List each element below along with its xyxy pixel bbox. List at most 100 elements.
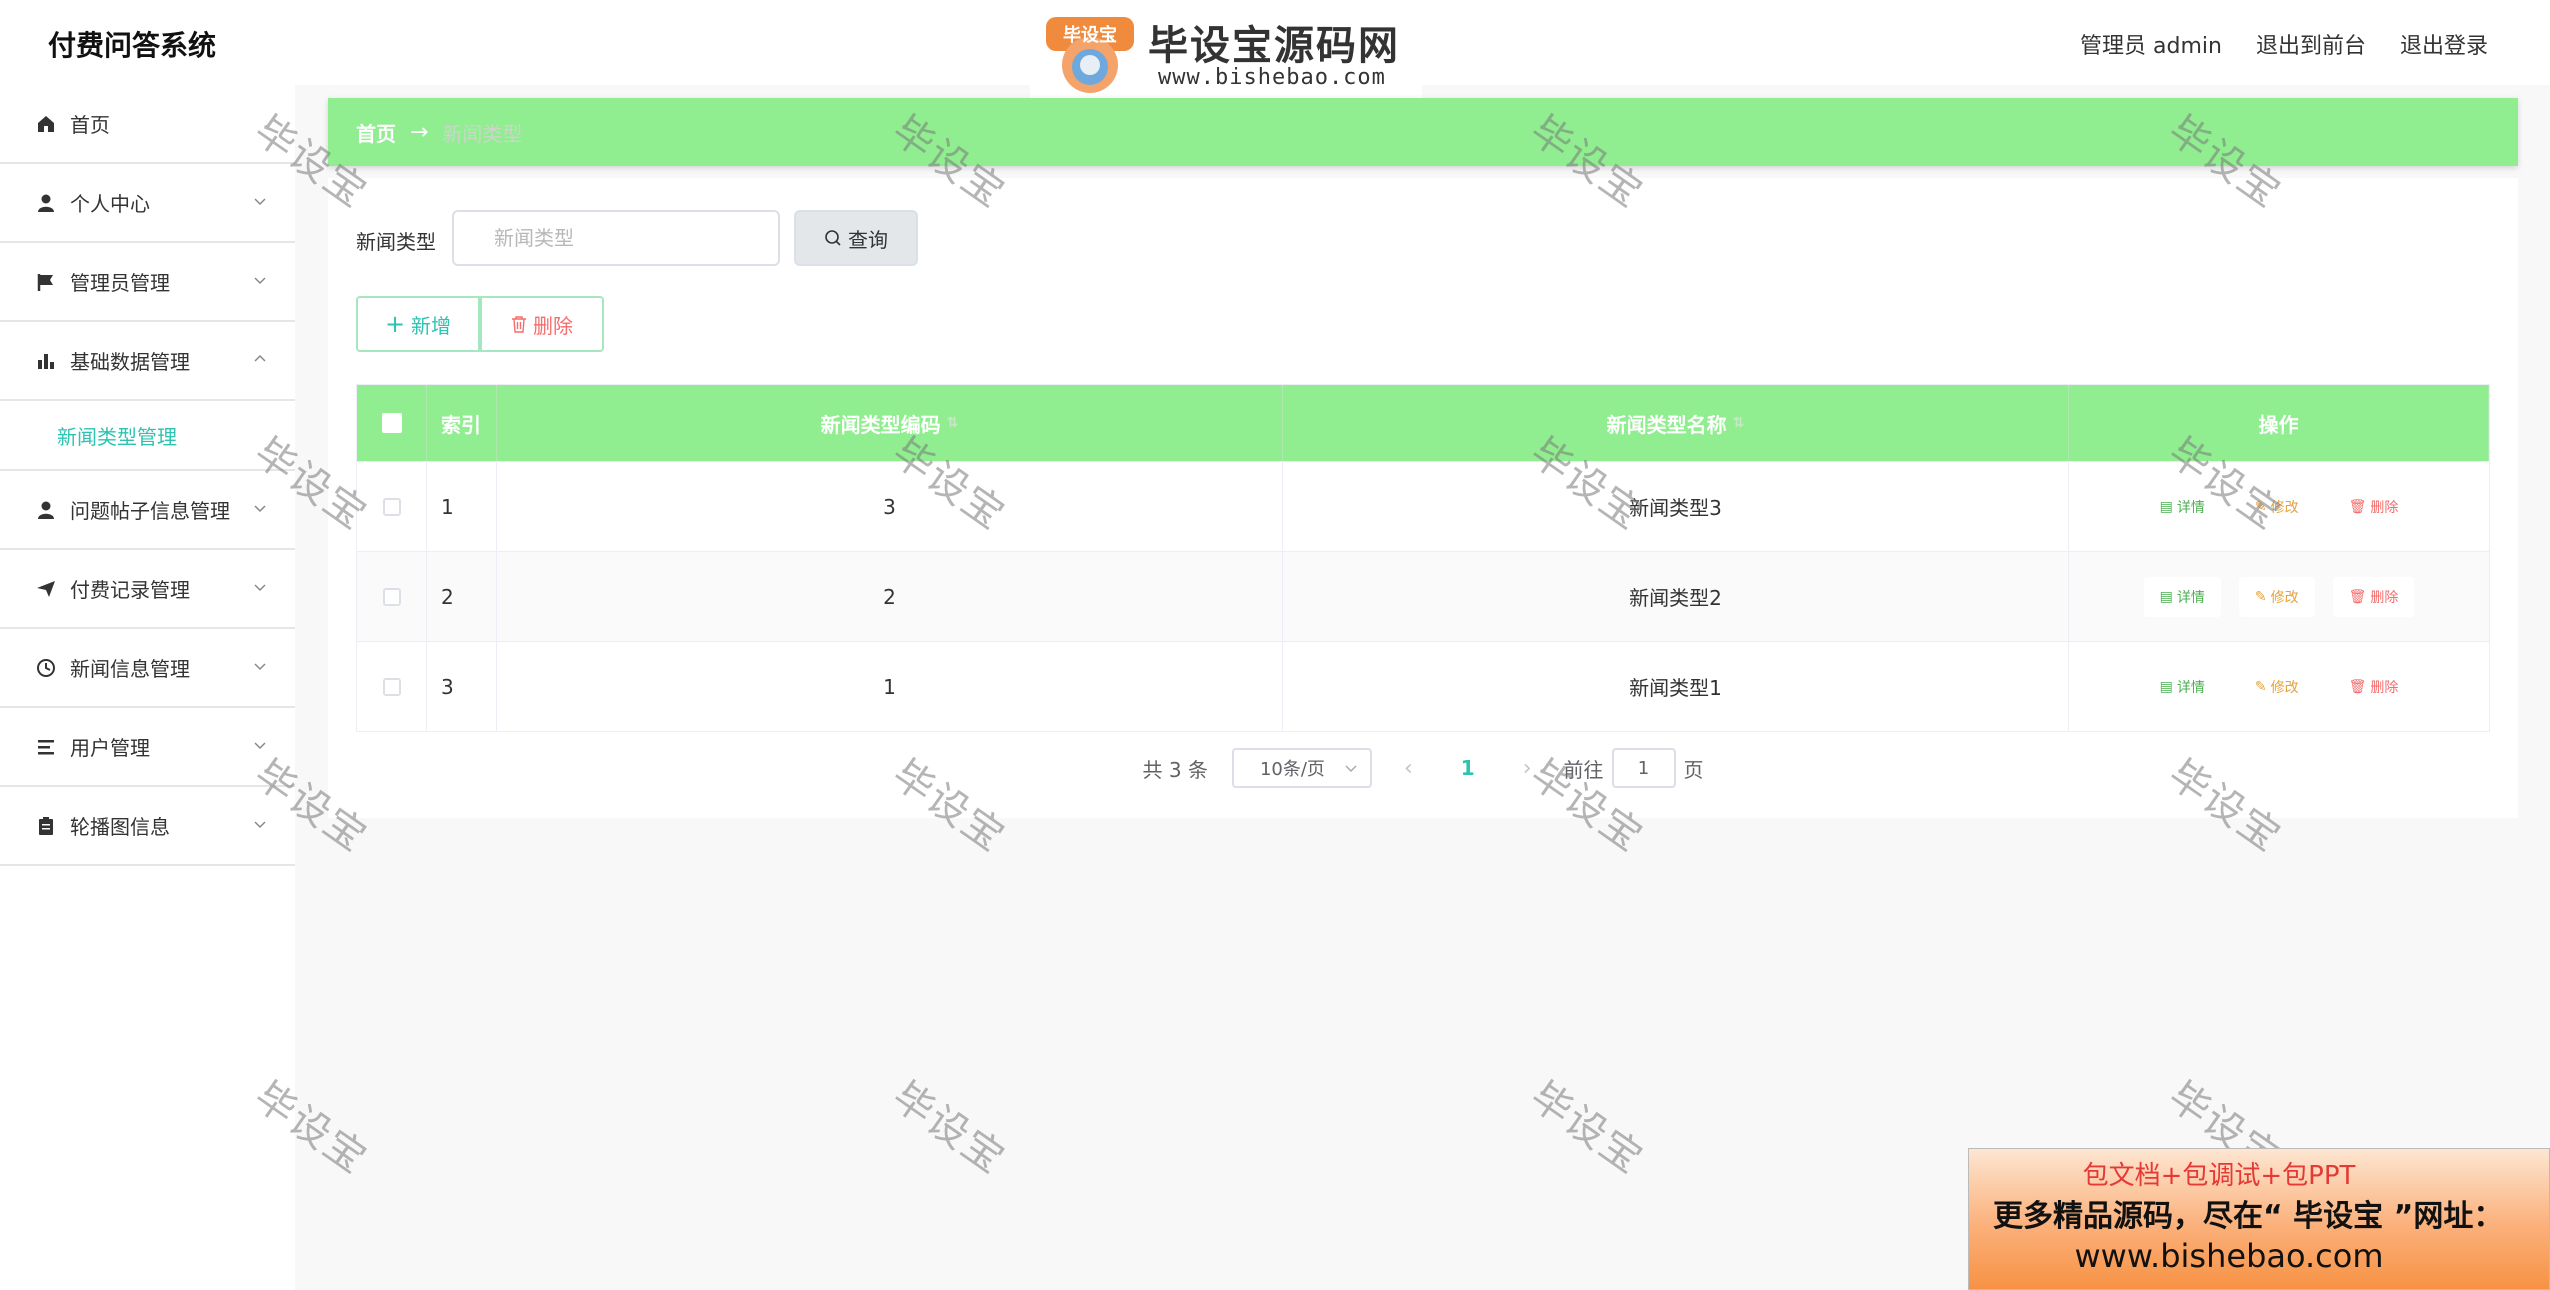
sidebar-subitem-news-type[interactable]: 新闻类型管理	[0, 401, 295, 471]
chevron-down-icon	[254, 584, 266, 592]
next-page-button[interactable]: ›	[1511, 756, 1544, 781]
sidebar-item-user-management[interactable]: 用户管理	[0, 708, 295, 787]
col-index: 索引	[427, 385, 497, 461]
sidebar-item-personal-center[interactable]: 个人中心	[0, 164, 295, 243]
sidebar-item-home[interactable]: 首页	[0, 85, 295, 164]
logo-url: www.bishebao.com	[1158, 65, 1386, 90]
select-all-cell	[357, 385, 427, 461]
page-size-select[interactable]: 10条/页	[1231, 748, 1372, 788]
sidebar-item-question-posts[interactable]: 问题帖子信息管理	[0, 471, 295, 550]
chevron-down-icon	[254, 742, 266, 750]
batch-delete-button[interactable]: 删除	[480, 296, 604, 352]
row-checkbox[interactable]	[382, 677, 401, 696]
pagination-total: 共 3 条	[1142, 757, 1208, 782]
detail-button[interactable]: ▤ 详情	[2143, 486, 2221, 527]
promo-banner[interactable]: 包文档+包调试+包PPT 更多精品源码，尽在“ 毕设宝 ”网址： www.bis…	[1968, 1148, 2550, 1290]
delete-button[interactable]: 🗑 删除	[2332, 576, 2415, 617]
breadcrumb-current: 新闻类型	[442, 121, 523, 146]
sidebar: 首页 个人中心 管理员管理 基础数据管理 新闻类型管理 问题帖子信息管理 付费记…	[0, 85, 295, 1290]
table-header: 索引 新闻类型编码 ⇅ 新闻类型名称 ⇅ 操作	[357, 385, 2489, 461]
delete-button[interactable]: 🗑 删除	[2332, 486, 2415, 527]
sidebar-item-admin-management[interactable]: 管理员管理	[0, 243, 295, 322]
news-type-search-input[interactable]	[452, 210, 780, 266]
query-button-label: 查询	[848, 227, 888, 252]
home-icon	[38, 115, 54, 132]
exit-to-front-link[interactable]: 退出到前台	[2256, 28, 2366, 60]
delete-button[interactable]: 🗑 删除	[2332, 666, 2415, 707]
document-icon: ▤	[2159, 588, 2173, 605]
detail-button[interactable]: ▤ 详情	[2143, 666, 2221, 707]
flag-icon	[37, 273, 53, 291]
chevron-down-icon	[254, 505, 266, 513]
select-all-checkbox[interactable]	[381, 413, 402, 433]
pagination-goto: 前往 页	[1564, 748, 1704, 788]
trash-icon: 🗑	[2348, 498, 2367, 515]
sidebar-item-payment-records[interactable]: 付费记录管理	[0, 550, 295, 629]
detail-button[interactable]: ▤ 详情	[2143, 576, 2221, 617]
sidebar-item-carousel[interactable]: 轮播图信息	[0, 787, 295, 866]
trash-icon: 🗑	[2348, 678, 2367, 695]
logout-link[interactable]: 退出登录	[2400, 28, 2488, 60]
sort-icon[interactable]: ⇅	[1733, 415, 1745, 431]
row-checkbox[interactable]	[382, 587, 401, 606]
breadcrumb: 首页 → 新闻类型	[328, 98, 2518, 166]
promo-line-2: 更多精品源码，尽在“ 毕设宝 ”网址：	[1993, 1199, 2504, 1234]
sidebar-item-news-info[interactable]: 新闻信息管理	[0, 629, 295, 708]
prev-page-button[interactable]: ‹	[1392, 756, 1425, 781]
col-code[interactable]: 新闻类型编码 ⇅	[497, 385, 1283, 461]
sort-icon[interactable]: ⇅	[947, 415, 959, 431]
delete-label: 删除	[2370, 679, 2399, 696]
page-number-1[interactable]: 1	[1445, 756, 1491, 780]
row-index: 2	[427, 552, 497, 641]
edit-button[interactable]: ✎ 修改	[2238, 666, 2315, 707]
row-checkbox[interactable]	[382, 497, 401, 516]
logo-name: 毕设宝源码网	[1148, 23, 1400, 69]
chevron-down-icon	[254, 821, 266, 829]
breadcrumb-home-link[interactable]: 首页	[356, 118, 396, 147]
add-button-label: 新增	[411, 313, 452, 338]
sidebar-item-label: 基础数据管理	[70, 350, 190, 374]
sidebar-item-label: 首页	[70, 113, 110, 137]
user-icon	[38, 194, 54, 212]
trash-icon: 🗑	[2348, 588, 2367, 605]
clock-icon	[37, 658, 55, 677]
col-name[interactable]: 新闻类型名称 ⇅	[1283, 385, 2069, 461]
list-icon	[38, 739, 54, 754]
goto-suffix: 页	[1683, 757, 1704, 782]
arrow-right-icon: →	[410, 119, 429, 145]
admin-user-label: 管理员 admin	[2080, 34, 2222, 59]
sidebar-item-basic-data[interactable]: 基础数据管理	[0, 322, 295, 401]
col-name-label: 新闻类型名称	[1606, 412, 1727, 437]
header-actions: 管理员 admin 退出到前台 退出登录	[2080, 28, 2488, 60]
chevron-down-icon	[1345, 765, 1357, 773]
delete-label: 删除	[2370, 499, 2399, 516]
row-name: 新闻类型3	[1283, 462, 2069, 551]
document-icon: ▤	[2159, 498, 2173, 515]
query-button[interactable]: 查询	[794, 210, 918, 266]
document-icon: ▤	[2159, 678, 2173, 695]
row-code: 2	[497, 552, 1283, 641]
edit-button[interactable]: ✎ 修改	[2238, 486, 2315, 527]
detail-label: 详情	[2176, 589, 2205, 606]
row-ops: ▤ 详情 ✎ 修改 🗑 删除	[2069, 462, 2489, 551]
row-check-cell	[357, 642, 427, 731]
goto-page-input[interactable]	[1611, 748, 1676, 788]
site-logo: 毕设宝 毕设宝源码网 www.bishebao.com	[1030, 3, 1422, 103]
edit-label: 修改	[2270, 499, 2299, 516]
row-code: 3	[497, 462, 1283, 551]
row-code: 1	[497, 642, 1283, 731]
col-ops: 操作	[2069, 385, 2489, 461]
pagination: 共 3 条 10条/页 ‹ 1 › 前往 页	[328, 748, 2518, 788]
delete-label: 删除	[2370, 589, 2399, 606]
row-name: 新闻类型2	[1283, 552, 2069, 641]
row-name: 新闻类型1	[1283, 642, 2069, 731]
goto-prefix: 前往	[1563, 757, 1604, 782]
chart-icon	[38, 353, 54, 369]
chevron-down-icon	[254, 198, 266, 206]
edit-button[interactable]: ✎ 修改	[2238, 576, 2315, 617]
add-button[interactable]: + 新增	[356, 296, 480, 352]
row-index: 3	[427, 642, 497, 731]
pencil-icon: ✎	[2254, 678, 2267, 695]
sidebar-item-label: 新闻信息管理	[70, 657, 190, 681]
edit-label: 修改	[2270, 589, 2299, 606]
